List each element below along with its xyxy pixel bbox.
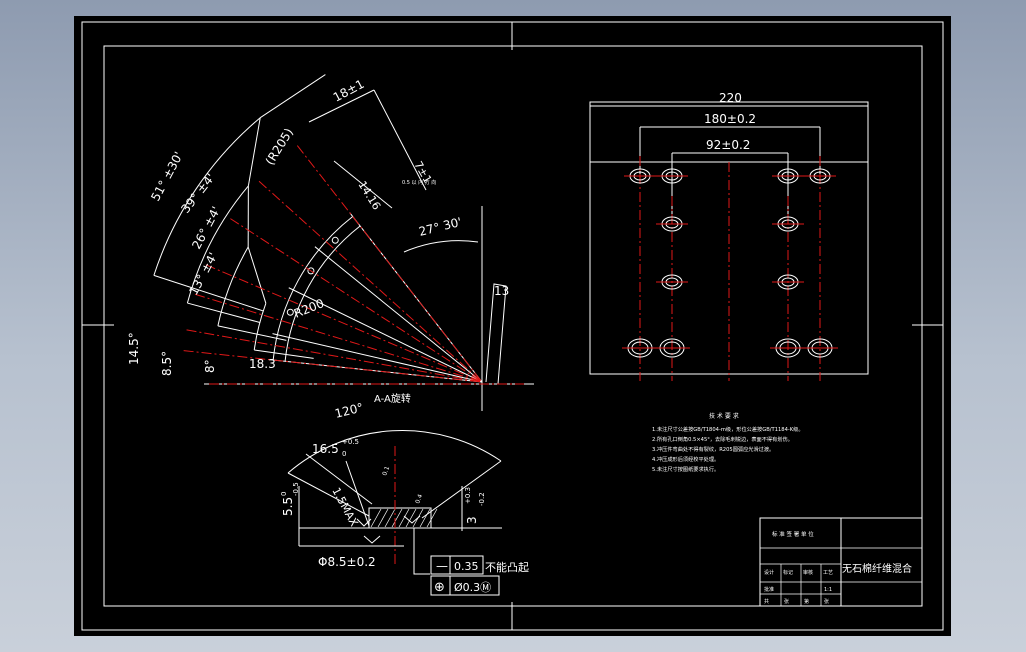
note-1: 1.未注尺寸公差按GB/T1804-m级，形位公差按GB/T1184-K级。 xyxy=(652,425,804,433)
dim-13deg: 13° ±4' xyxy=(186,250,220,297)
dim-13: 13 xyxy=(494,284,509,298)
tol-row1-symbol: — xyxy=(436,559,448,573)
dim-14-5: 14.5° xyxy=(127,332,141,365)
dim-r205: (R205) xyxy=(263,126,296,168)
section-view: A-A旋转 120° 16.5 +0.5 0 1.5MAX 5.5 0 -0.5… xyxy=(280,392,529,596)
radial-white-3 xyxy=(314,246,483,383)
dim-3-tol2: -0.2 xyxy=(478,492,486,506)
note-2: 2.所有孔口倒角0.5×45°，去除毛刺锐边，表面不得有划伤。 xyxy=(652,435,793,443)
section-left-edge xyxy=(287,472,370,517)
tb-company: 标 准 签 署 单 位 xyxy=(772,530,814,538)
arc-edge-13 xyxy=(247,246,267,304)
tb-f3: 第 xyxy=(804,598,809,605)
dim-14-16: 14.16 xyxy=(355,179,383,213)
arc-27-30 xyxy=(403,240,479,253)
cad-drawing: (R205) R200 18±1 7±1 14.16 27° 30' 13 51… xyxy=(81,21,944,631)
arc-26 xyxy=(217,246,249,326)
dim-220: 220 xyxy=(719,91,742,105)
note-3: 3.冲压件弯曲处不得有裂纹，R205圆弧应光滑过渡。 xyxy=(652,445,774,453)
small-dim-b: 0.4 xyxy=(414,493,424,505)
drawing-sheet: (R205) R200 18±1 7±1 14.16 27° 30' 13 51… xyxy=(74,16,951,636)
tol-row1-note: 不能凸起 xyxy=(485,560,529,574)
dim-5-5-tol: 0 xyxy=(280,492,288,496)
red-radial-2 xyxy=(194,293,483,383)
tiny-note: 0.5 以 内 方 向 xyxy=(402,179,436,186)
inner-border xyxy=(103,45,923,607)
tb-f2: 张 xyxy=(784,598,789,605)
dim-18: 18±1 xyxy=(331,77,367,105)
dim-r200: R200 xyxy=(292,296,326,321)
section-title: A-A旋转 xyxy=(374,392,411,405)
tol-leader xyxy=(413,528,430,575)
plate-view: 220 180±0.2 92±0.2 xyxy=(589,91,869,381)
radial-step-0 xyxy=(153,274,264,312)
dim-120: 120° xyxy=(333,400,364,421)
arc-part-inner xyxy=(284,225,361,362)
red-radial-3 xyxy=(205,264,483,383)
dim-3-tol: +0.3 xyxy=(464,487,472,504)
technical-notes: 技 术 要 求 1.未注尺寸公差按GB/T1804-m级，形位公差按GB/T11… xyxy=(652,412,804,473)
outer-border xyxy=(81,21,944,631)
dim-16-5: 16.5 xyxy=(312,442,339,456)
tb-h1: 设计 xyxy=(764,569,774,576)
tolerance-frame: — 0.35 不能凸起 ⊕ Ø0.3Ⓜ xyxy=(430,555,529,596)
tol-row2-value: Ø0.3Ⓜ xyxy=(454,581,491,594)
dim-27-30: 27° 30' xyxy=(417,215,463,239)
tb-h3: 审核 xyxy=(803,569,813,576)
notes-title: 技 术 要 求 xyxy=(709,412,739,420)
dim-180: 180±0.2 xyxy=(704,112,756,126)
tb-f1: 共 xyxy=(764,598,769,605)
tol-row2-symbol: ⊕ xyxy=(434,580,445,595)
tb-h4: 工艺 xyxy=(823,570,833,576)
weld-mark-3 xyxy=(363,535,381,544)
dim-26: 26° ±4' xyxy=(189,204,223,251)
dim-8-5: 8.5° xyxy=(160,351,174,376)
arc-tab-13 xyxy=(485,283,507,385)
dim-5-5: 5.5 xyxy=(281,497,295,516)
dim-51: 51° ±30' xyxy=(148,149,186,203)
tb-h5: 批准 xyxy=(764,586,774,593)
title-block: 标 准 签 署 单 位 无石棉纤维混合 设计 标记 审核 工艺 批准 1:1 共… xyxy=(759,517,923,607)
weld-mark-2 xyxy=(403,515,421,524)
red-radial-5 xyxy=(258,180,483,383)
dim-3: 3 xyxy=(465,516,479,524)
dim-phi-8-5: Φ8.5±0.2 xyxy=(318,555,376,569)
dim-18-3: 18.3 xyxy=(249,357,276,371)
red-radial-6 xyxy=(296,145,483,383)
red-radial-1 xyxy=(186,329,483,383)
arc-hole-2 xyxy=(331,236,339,244)
tb-f4: 张 xyxy=(824,598,829,605)
note-4: 4.冲压成形后须经校平处理。 xyxy=(652,455,719,463)
radial-white-1 xyxy=(272,333,483,383)
arc-view: (R205) R200 18±1 7±1 14.16 27° 30' 13 51… xyxy=(127,74,534,411)
tb-part-name: 无石棉纤维混合 xyxy=(842,562,912,575)
arc-edge-39 xyxy=(247,117,261,187)
dim-92: 92±0.2 xyxy=(706,138,750,152)
note-5: 5.未注尺寸按图纸要求执行。 xyxy=(652,465,719,473)
dim-16-5-tol2: 0 xyxy=(342,450,346,458)
dim-8: 8° xyxy=(203,359,217,373)
plate-holes xyxy=(622,168,838,358)
dim-5-5-tol2: -0.5 xyxy=(292,482,300,496)
arc-top-close xyxy=(259,74,326,119)
section-hatch xyxy=(370,508,438,528)
small-dim-a: 0.1 xyxy=(381,465,391,477)
arc-red-lines xyxy=(183,145,524,385)
radial-step-2 xyxy=(217,325,287,341)
tol-row1-value: 0.35 xyxy=(454,560,479,573)
dim-16-5-tol: +0.5 xyxy=(342,438,359,446)
tb-h2: 标记 xyxy=(783,569,793,576)
tb-scale: 1:1 xyxy=(824,587,832,593)
